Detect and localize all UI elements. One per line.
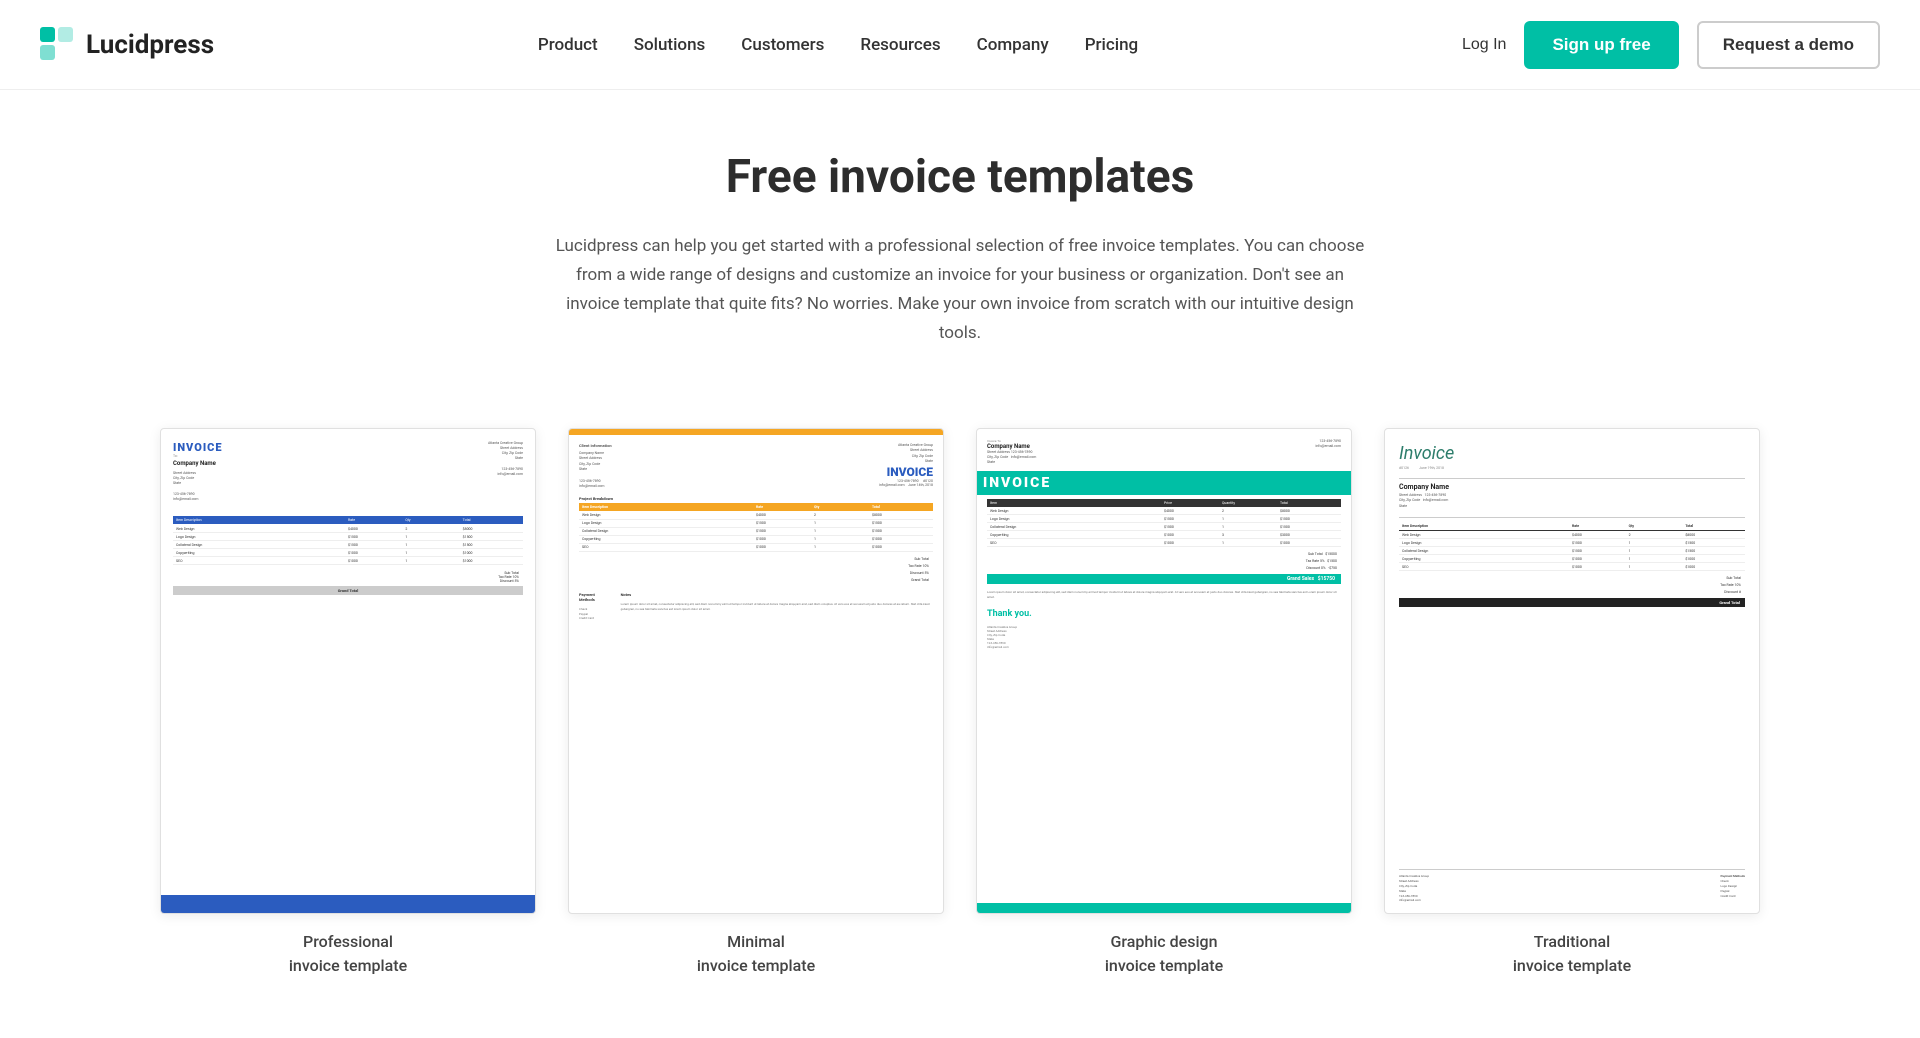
nav-solutions[interactable]: Solutions [634, 35, 706, 55]
template-label-graphic: Graphic designinvoice template [1105, 930, 1223, 978]
template-card-graphic[interactable]: Invoice To: Company Name Street Address … [976, 428, 1352, 979]
nav-resources[interactable]: Resources [860, 35, 940, 55]
template-preview-graphic: Invoice To: Company Name Street Address … [976, 428, 1352, 915]
template-preview-traditional: Invoice #0126 June 19th, 2018 Company Na… [1384, 428, 1760, 915]
header-actions: Log In Sign up free Request a demo [1462, 21, 1880, 69]
header: Lucidpress Product Solutions Customers R… [0, 0, 1920, 90]
nav-pricing[interactable]: Pricing [1085, 35, 1139, 55]
logo-text: Lucidpress [86, 30, 214, 60]
template-preview-minimal: Client Information Company NameStreet Ad… [568, 428, 944, 915]
template-card-minimal[interactable]: Client Information Company NameStreet Ad… [568, 428, 944, 979]
hero-description: Lucidpress can help you get started with… [550, 232, 1370, 348]
hero-section: Free invoice templates Lucidpress can he… [510, 90, 1410, 388]
login-button[interactable]: Log In [1462, 36, 1506, 54]
template-card-professional[interactable]: INVOICE To: Company Name Street AddressC… [160, 428, 536, 979]
logo[interactable]: Lucidpress [40, 27, 214, 63]
templates-grid: INVOICE To: Company Name Street AddressC… [160, 428, 1760, 979]
templates-section: INVOICE To: Company Name Street AddressC… [0, 388, 1920, 1038]
main-nav: Product Solutions Customers Resources Co… [538, 35, 1138, 55]
hero-title: Free invoice templates [550, 150, 1370, 204]
nav-product[interactable]: Product [538, 35, 598, 55]
template-card-traditional[interactable]: Invoice #0126 June 19th, 2018 Company Na… [1384, 428, 1760, 979]
demo-button[interactable]: Request a demo [1697, 21, 1880, 69]
template-label-traditional: Traditionalinvoice template [1513, 930, 1631, 978]
logo-icon [40, 27, 76, 63]
template-preview-professional: INVOICE To: Company Name Street AddressC… [160, 428, 536, 915]
template-label-professional: Professionalinvoice template [289, 930, 407, 978]
nav-company[interactable]: Company [977, 35, 1049, 55]
nav-customers[interactable]: Customers [741, 35, 824, 55]
signup-button[interactable]: Sign up free [1524, 21, 1678, 69]
template-label-minimal: Minimalinvoice template [697, 930, 815, 978]
